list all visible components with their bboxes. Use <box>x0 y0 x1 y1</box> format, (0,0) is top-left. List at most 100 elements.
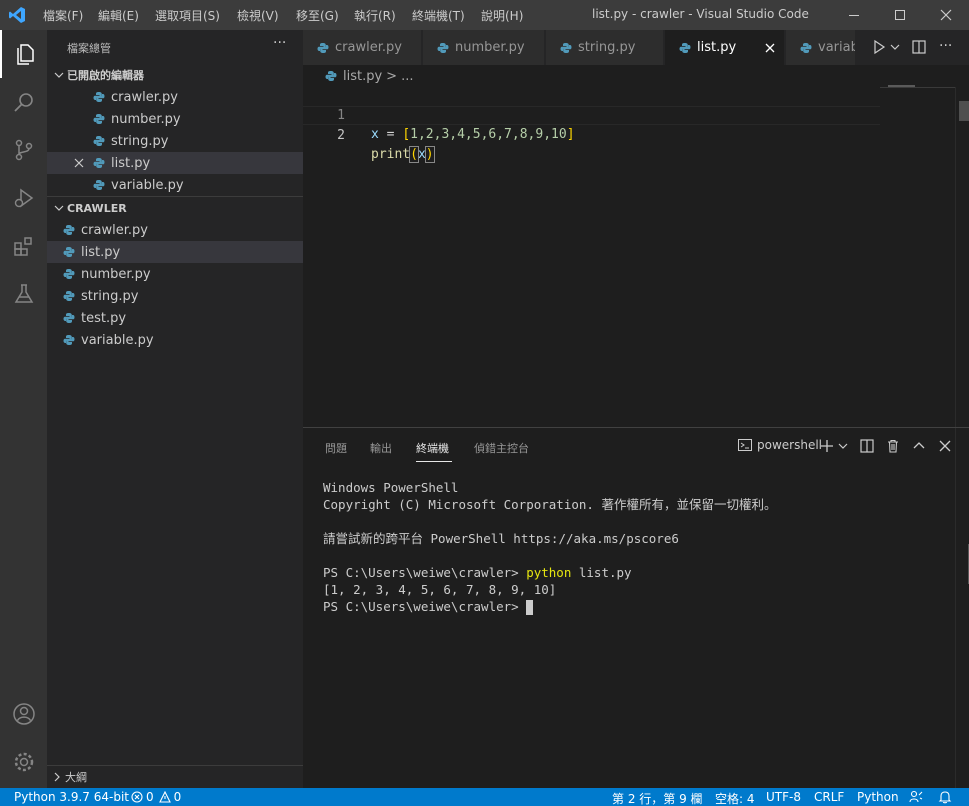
close-tab-icon[interactable] <box>764 42 776 54</box>
token-bracket: ( <box>409 146 419 163</box>
extensions-button[interactable] <box>0 222 47 270</box>
end-of-line[interactable]: CRLF <box>814 790 844 804</box>
code-line-current[interactable]: 2 print(x) <box>303 106 880 163</box>
token-function: print <box>371 147 411 162</box>
python-interpreter[interactable]: Python 3.9.7 64-bit <box>14 790 129 804</box>
editor-scrollbar[interactable] <box>955 87 969 427</box>
menu-terminal[interactable]: 終端機(T) <box>412 7 465 24</box>
terminal-scrollbar[interactable] <box>955 428 969 788</box>
tab-crawler[interactable]: crawler.py <box>303 30 422 65</box>
open-editor-item-active[interactable]: list.py <box>47 152 303 174</box>
file-item[interactable]: string.py <box>47 285 303 307</box>
terminal-cursor <box>526 600 534 615</box>
close-panel-button[interactable] <box>937 438 953 454</box>
scrollbar-thumb[interactable] <box>959 101 969 121</box>
breadcrumb-separator: > <box>386 68 398 84</box>
maximize-button[interactable] <box>877 0 923 30</box>
tab-number[interactable]: number.py <box>423 30 545 65</box>
run-debug-button[interactable] <box>0 174 47 222</box>
extensions-icon <box>13 237 32 256</box>
tab-string[interactable]: string.py <box>546 30 664 65</box>
file-item[interactable]: crawler.py <box>47 219 303 241</box>
chevron-right-icon <box>54 772 60 782</box>
more-actions-button[interactable]: ··· <box>273 35 286 51</box>
feedback-button[interactable] <box>909 790 923 804</box>
breadcrumb-file[interactable]: list.py <box>343 69 382 84</box>
python-file-icon <box>317 42 329 53</box>
file-label: variable.py <box>81 332 154 348</box>
source-control-button[interactable] <box>0 126 47 174</box>
file-item[interactable]: test.py <box>47 307 303 329</box>
kill-terminal-button[interactable] <box>885 438 901 454</box>
minimize-button[interactable] <box>831 0 877 30</box>
tab-output[interactable]: 輸出 <box>370 440 392 456</box>
menu-selection[interactable]: 選取項目(S) <box>155 7 220 24</box>
chevron-down-icon <box>54 72 64 78</box>
search-button[interactable] <box>0 78 47 126</box>
run-options-button[interactable] <box>889 39 901 55</box>
manage-button[interactable] <box>0 738 47 786</box>
accounts-button[interactable] <box>0 690 47 738</box>
explorer-button[interactable] <box>0 30 47 78</box>
flask-icon <box>14 284 33 303</box>
breadcrumb-more[interactable]: ... <box>401 69 413 84</box>
file-item[interactable]: number.py <box>47 263 303 285</box>
notifications-button[interactable] <box>938 790 952 804</box>
open-editor-item[interactable]: number.py <box>47 108 303 130</box>
open-editor-label: number.py <box>111 111 181 127</box>
file-item-active[interactable]: list.py <box>47 241 303 263</box>
tab-terminal[interactable]: 終端機 <box>416 440 449 456</box>
tab-problems[interactable]: 問題 <box>325 440 347 456</box>
menu-edit[interactable]: 編輯(E) <box>98 7 139 24</box>
problems-indicator[interactable]: 0 0 <box>131 790 181 804</box>
open-editor-item[interactable]: string.py <box>47 130 303 152</box>
menu-run[interactable]: 執行(R) <box>354 7 396 24</box>
terminal-input-line[interactable]: PS C:\Users\weiwe\crawler> <box>323 598 534 615</box>
gear-icon <box>14 752 33 772</box>
tab-list[interactable]: list.py <box>665 30 785 65</box>
outline-section[interactable]: 大綱 <box>47 766 303 788</box>
tab-debug-console[interactable]: 偵錯主控台 <box>474 440 529 456</box>
file-label: list.py <box>81 244 121 260</box>
split-editor-button[interactable] <box>911 39 927 55</box>
run-file-button[interactable] <box>871 39 887 55</box>
cursor-position[interactable]: 第 2 行，第 9 欄 <box>612 790 703 806</box>
file-item[interactable]: variable.py <box>47 329 303 351</box>
chevron-down-icon <box>890 44 900 50</box>
feedback-icon <box>909 790 923 803</box>
split-editor-icon <box>912 40 926 54</box>
open-editor-item[interactable]: variable.py <box>47 174 303 196</box>
language-mode[interactable]: Python <box>857 790 899 804</box>
menu-file[interactable]: 檔案(F) <box>43 7 83 24</box>
tab-variable[interactable]: variable.py <box>786 30 856 65</box>
activity-bar <box>0 30 47 788</box>
chevron-down-icon <box>54 205 64 211</box>
terminal-line: 請嘗試新的跨平台 PowerShell https://aka.ms/pscor… <box>323 531 679 546</box>
file-encoding[interactable]: UTF-8 <box>766 790 801 804</box>
testing-button[interactable] <box>0 270 47 318</box>
close-window-button[interactable] <box>923 0 969 30</box>
terminal-shell-name: powershell <box>757 438 822 452</box>
close-editor-icon[interactable] <box>73 157 85 169</box>
folder-section[interactable]: CRAWLER <box>47 197 303 219</box>
open-editor-item[interactable]: crawler.py <box>47 86 303 108</box>
terminal-dropdown-button[interactable] <box>837 438 849 454</box>
menu-go[interactable]: 移至(G) <box>296 7 339 24</box>
maximize-panel-button[interactable] <box>911 438 927 454</box>
menu-help[interactable]: 說明(H) <box>481 7 523 24</box>
token-bracket: ] <box>566 127 575 142</box>
open-editors-section[interactable]: 已開啟的編輯器 <box>47 64 303 86</box>
more-actions-button[interactable]: ··· <box>939 38 952 54</box>
code-line[interactable]: 1 x = [1,2,3,4,5,6,7,8,9,10] <box>303 87 880 142</box>
new-terminal-button[interactable] <box>819 438 835 454</box>
explorer-title: 檔案總管 <box>67 42 111 55</box>
tab-label: string.py <box>578 40 636 55</box>
bell-icon <box>938 791 952 804</box>
menu-view[interactable]: 檢視(V) <box>237 7 279 24</box>
indentation[interactable]: 空格: 4 <box>715 790 755 806</box>
window-title: list.py - crawler - Visual Studio Code <box>592 7 809 21</box>
terminal-command: python <box>526 565 572 580</box>
terminal-selector[interactable]: powershell <box>737 437 822 453</box>
split-terminal-button[interactable] <box>859 438 875 454</box>
python-file-icon <box>679 42 691 53</box>
